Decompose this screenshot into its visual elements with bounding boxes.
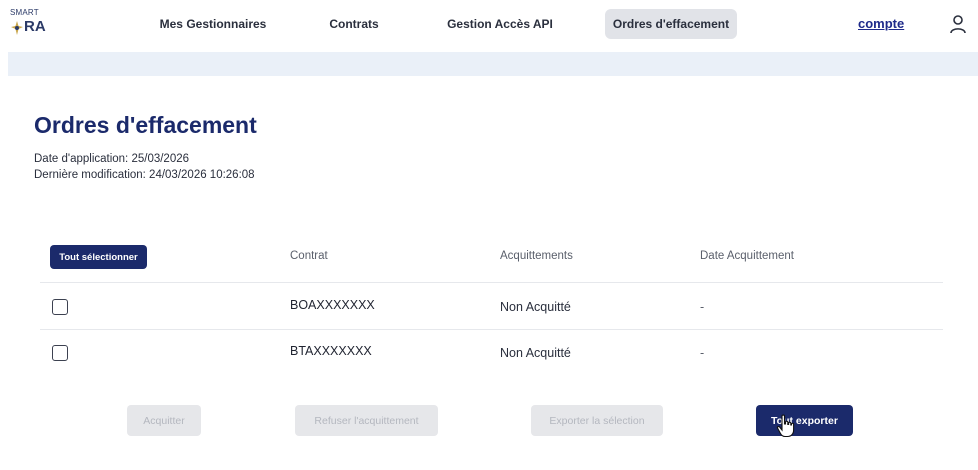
tout-exporter-button[interactable]: Tout exporter	[756, 405, 853, 436]
logo-mark-text: RA	[24, 18, 46, 35]
nav-item-gestion-acces-api[interactable]: Gestion Accès API	[440, 9, 560, 39]
last-modified-date: Dernière modification: 24/03/2026 10:26:…	[34, 169, 255, 181]
select-all-button[interactable]: Tout sélectionner	[50, 245, 147, 269]
cell-contrat: BOAXXXXXXX	[290, 298, 375, 312]
acquitter-button[interactable]: Acquitter	[127, 405, 201, 436]
column-header-acquittements: Acquittements	[500, 250, 573, 262]
column-header-contrat: Contrat	[290, 250, 328, 262]
row-checkbox[interactable]	[52, 345, 68, 361]
smart-ra-logo[interactable]: SMART RA	[10, 8, 50, 38]
cell-date-acquittement: -	[700, 300, 705, 314]
top-navbar: SMART RA Mes Gestionnaires Contrats Gest…	[0, 0, 978, 52]
cell-acquittement: Non Acquitté	[500, 346, 571, 360]
exporter-selection-button[interactable]: Exporter la sélection	[531, 405, 663, 436]
row-divider	[40, 282, 943, 283]
refuser-acquittement-button[interactable]: Refuser l'acquittement	[295, 405, 438, 436]
row-divider	[40, 329, 943, 330]
user-icon[interactable]	[948, 14, 968, 36]
cell-contrat: BTAXXXXXXX	[290, 344, 372, 358]
logo-star-icon	[11, 21, 23, 35]
page-title: Ordres d'effacement	[34, 112, 257, 138]
row-checkbox[interactable]	[52, 299, 68, 315]
logo-top-text: SMART	[10, 8, 39, 17]
logo-mark: RA	[10, 18, 50, 38]
cell-date-acquittement: -	[700, 346, 705, 360]
application-date: Date d'application: 25/03/2026	[34, 153, 190, 165]
cell-acquittement: Non Acquitté	[500, 300, 571, 314]
column-header-date-acquittement: Date Acquittement	[700, 250, 794, 262]
nav-item-mes-gestionnaires[interactable]: Mes Gestionnaires	[158, 9, 268, 39]
nav-item-contrats[interactable]: Contrats	[318, 9, 390, 39]
nav-item-ordres-effacement[interactable]: Ordres d'effacement	[605, 9, 737, 39]
header-band	[8, 52, 978, 76]
account-link[interactable]: compte	[858, 9, 904, 39]
